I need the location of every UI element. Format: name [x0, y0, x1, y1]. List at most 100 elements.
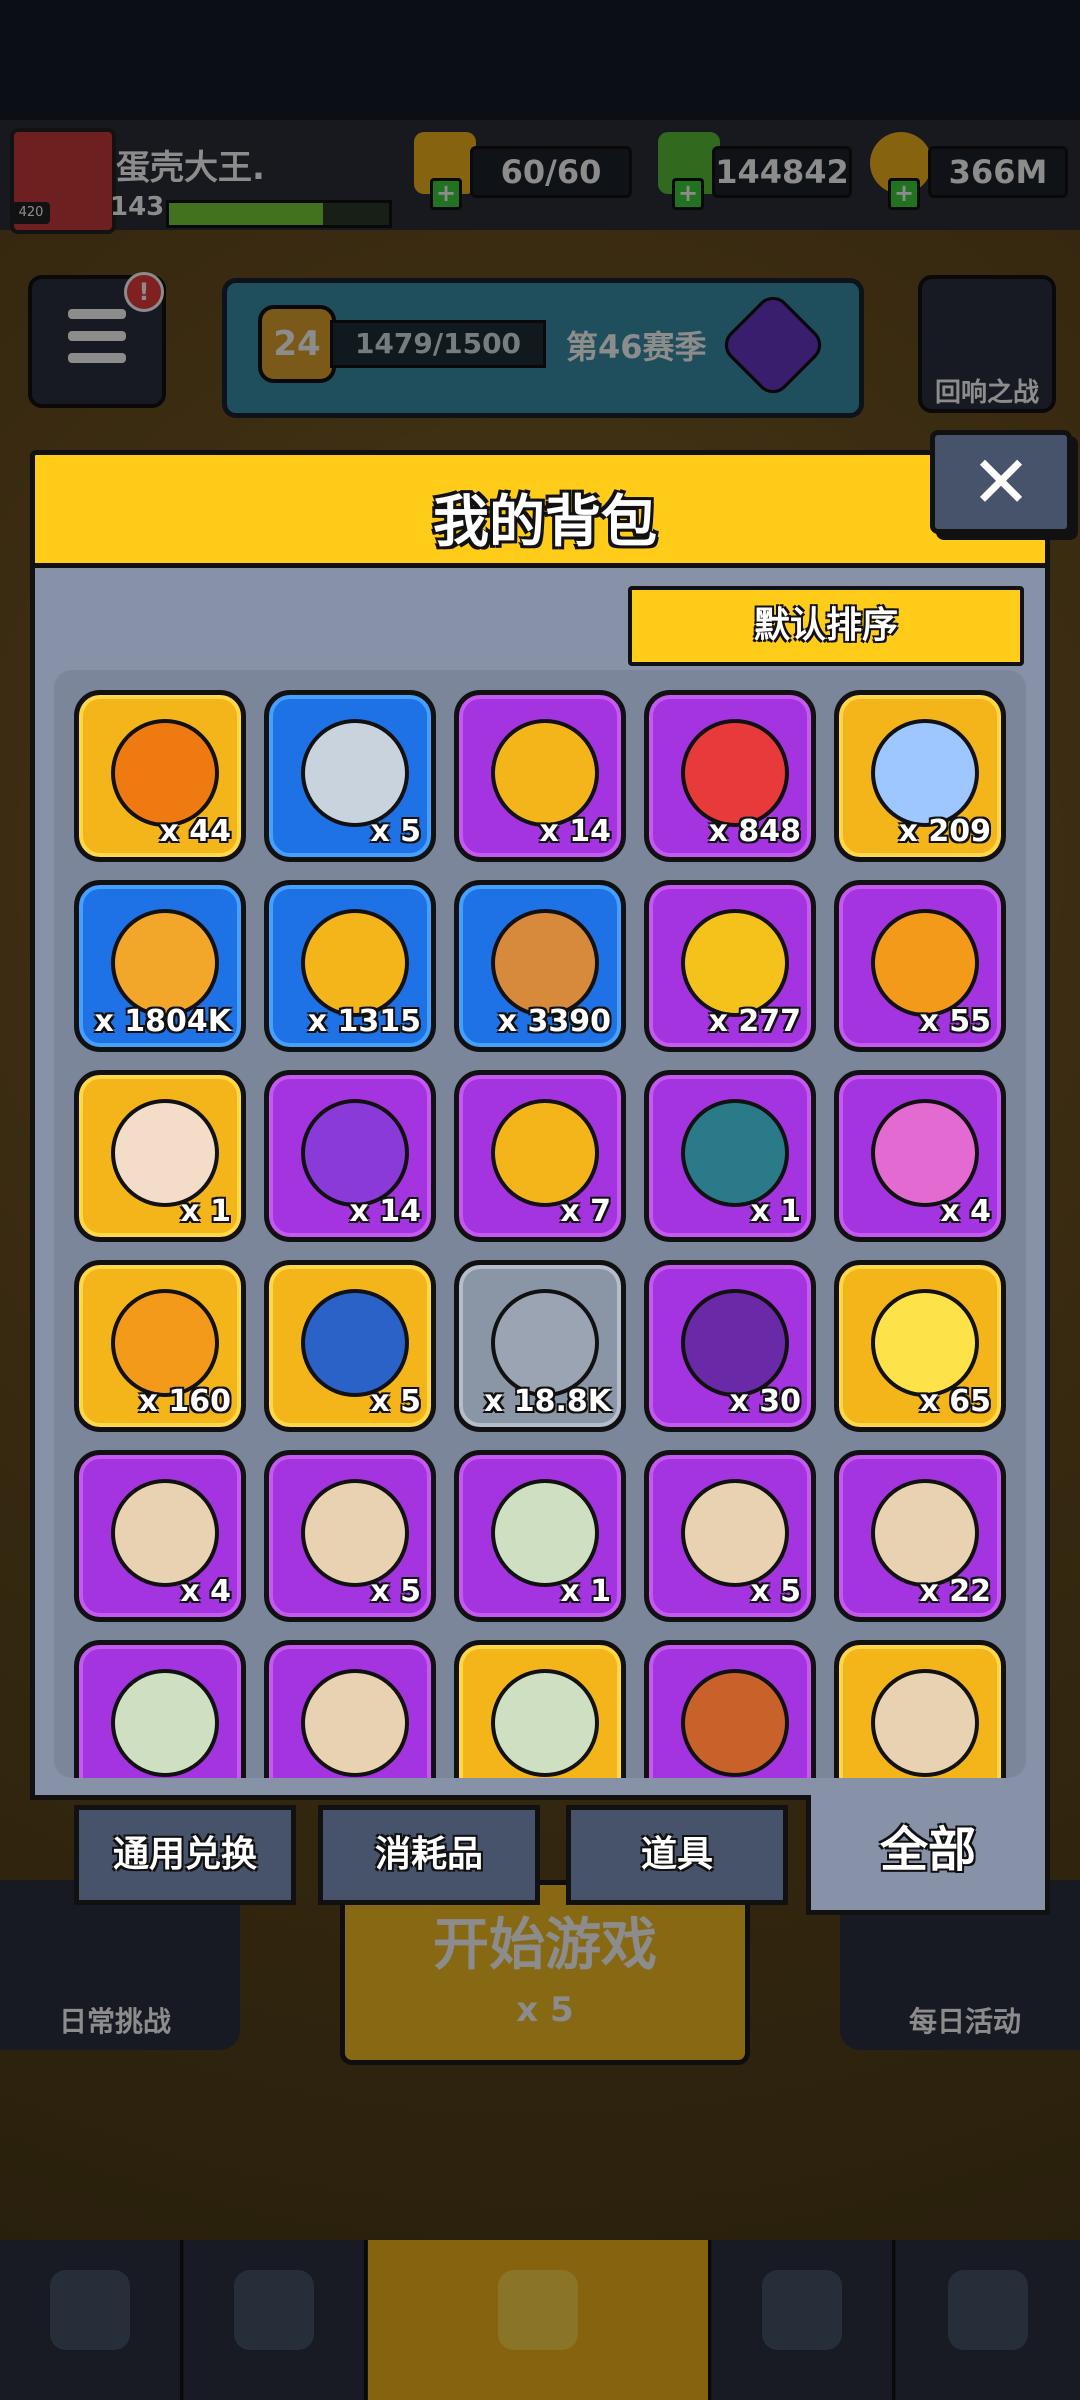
inventory-item[interactable]: x 1 — [74, 1070, 246, 1242]
gold-ticket-icon — [681, 909, 789, 1017]
start-game-cost: x 5 — [516, 1990, 574, 2030]
hero-star-icon — [762, 2270, 842, 2350]
daily-challenge-label: 日常挑战 — [58, 2005, 171, 2038]
cube-icon — [491, 1289, 599, 1397]
potion-bottle-icon — [111, 1099, 219, 1207]
puzzle-piece-icon — [491, 1479, 599, 1587]
menu-notification-badge: ! — [124, 272, 164, 312]
season-level-badge: 24 — [258, 305, 336, 383]
menu-icon — [68, 309, 126, 319]
tab-all[interactable]: 全部 — [806, 1795, 1050, 1915]
tab-exchange[interactable]: 通用兑换 — [74, 1805, 296, 1905]
item-count: x 44 — [159, 814, 231, 849]
item-count: x 1315 — [307, 1004, 421, 1039]
item-count: x 5 — [370, 1574, 421, 1609]
sort-button[interactable]: 默认排序 — [628, 586, 1024, 666]
gem-key-icon — [301, 1099, 409, 1207]
nav-tab-equipment[interactable] — [184, 2240, 367, 2400]
inventory-item[interactable] — [454, 1640, 626, 1778]
inventory-item[interactable]: x 5 — [264, 1450, 436, 1622]
energy-counter: 60/60 — [470, 146, 632, 198]
inventory-item[interactable]: x 22 — [834, 1450, 1006, 1622]
inventory-item[interactable]: x 209 — [834, 690, 1006, 862]
card-icon — [948, 2270, 1028, 2350]
xp-bar — [166, 200, 392, 228]
close-button[interactable]: ✕ — [930, 430, 1072, 534]
inventory-item[interactable]: x 18.8K — [454, 1260, 626, 1432]
sparkle-star-icon — [871, 1289, 979, 1397]
inventory-item[interactable]: x 848 — [644, 690, 816, 862]
inventory-item[interactable]: x 7 — [454, 1070, 626, 1242]
item-count: x 65 — [919, 1384, 991, 1419]
inventory-item[interactable]: x 65 — [834, 1260, 1006, 1432]
shop-icon — [50, 2270, 130, 2350]
player-level: 143 — [110, 192, 165, 222]
inventory-item[interactable]: x 1 — [454, 1450, 626, 1622]
star-crystal-icon — [111, 1289, 219, 1397]
inventory-item[interactable]: x 3390 — [454, 880, 626, 1052]
puzzle-piece-icon — [301, 1669, 409, 1777]
menu-icon-line — [68, 353, 126, 363]
gold-key-icon — [491, 719, 599, 827]
tab-props[interactable]: 道具 — [566, 1805, 788, 1905]
item-count: x 5 — [370, 1384, 421, 1419]
flame-drop-icon — [111, 909, 219, 1017]
item-count: x 3390 — [497, 1004, 611, 1039]
inventory-item[interactable]: x 14 — [264, 1070, 436, 1242]
orange-orb-icon — [111, 719, 219, 827]
item-count: x 160 — [138, 1384, 231, 1419]
inventory-item[interactable]: x 1315 — [264, 880, 436, 1052]
inventory-item[interactable] — [644, 1640, 816, 1778]
inventory-item[interactable]: x 5 — [264, 690, 436, 862]
inventory-item[interactable]: x 5 — [264, 1260, 436, 1432]
nav-tab-shop[interactable] — [0, 2240, 183, 2400]
inventory-item[interactable]: x 4 — [834, 1070, 1006, 1242]
puzzle-piece-icon — [111, 1479, 219, 1587]
puzzle-piece-icon — [111, 1669, 219, 1777]
menu-icon-line — [68, 331, 126, 341]
puzzle-piece-icon — [871, 1669, 979, 1777]
tab-consumables[interactable]: 消耗品 — [318, 1805, 540, 1905]
bear-key-icon — [871, 909, 979, 1017]
inventory-item[interactable] — [264, 1640, 436, 1778]
nav-tab-heroes[interactable] — [712, 2240, 895, 2400]
status-bar-area — [0, 0, 1080, 120]
modal-title: 我的背包 — [433, 490, 657, 555]
item-count: x 1 — [560, 1574, 611, 1609]
inventory-item[interactable]: x 30 — [644, 1260, 816, 1432]
inventory-item[interactable]: x 160 — [74, 1260, 246, 1432]
inventory-item[interactable]: x 55 — [834, 880, 1006, 1052]
pizza-slice-icon — [681, 1669, 789, 1777]
inventory-item[interactable] — [834, 1640, 1006, 1778]
gem-counter: 144842 — [712, 146, 852, 198]
gift-box-icon — [871, 1099, 979, 1207]
item-grid[interactable]: x 44 x 5 x 14 x 848 x 209 x 1804K x 1315 x 3390… — [54, 670, 1026, 1778]
inventory-item[interactable]: x 4 — [74, 1450, 246, 1622]
armor-icon — [234, 2270, 314, 2350]
inventory-item[interactable] — [74, 1640, 246, 1778]
echo-battle-label: 回响之战 — [934, 378, 1039, 408]
item-count: x 1 — [180, 1194, 231, 1229]
inventory-item[interactable]: x 44 — [74, 690, 246, 862]
item-count: x 5 — [370, 814, 421, 849]
item-count: x 22 — [919, 1574, 991, 1609]
hex-key-icon — [491, 1099, 599, 1207]
inventory-item[interactable]: x 14 — [454, 690, 626, 862]
item-count: x 209 — [898, 814, 991, 849]
close-icon: ✕ — [970, 440, 1032, 524]
daily-event-label: 每日活动 — [908, 2005, 1021, 2038]
item-count: x 4 — [180, 1574, 231, 1609]
nav-tab-battle[interactable] — [368, 2240, 711, 2400]
add-coins-icon[interactable]: + — [888, 178, 920, 210]
heart-coin-icon — [681, 719, 789, 827]
nav-tab-cards[interactable] — [896, 2240, 1080, 2400]
add-energy-icon[interactable]: + — [430, 178, 462, 210]
item-count: x 1 — [750, 1194, 801, 1229]
add-gems-icon[interactable]: + — [672, 178, 704, 210]
inventory-item[interactable]: x 1 — [644, 1070, 816, 1242]
inventory-item[interactable]: x 277 — [644, 880, 816, 1052]
inventory-item[interactable]: x 5 — [644, 1450, 816, 1622]
item-count: x 14 — [349, 1194, 421, 1229]
inventory-item[interactable]: x 1804K — [74, 880, 246, 1052]
puzzle-piece-icon — [491, 1669, 599, 1777]
